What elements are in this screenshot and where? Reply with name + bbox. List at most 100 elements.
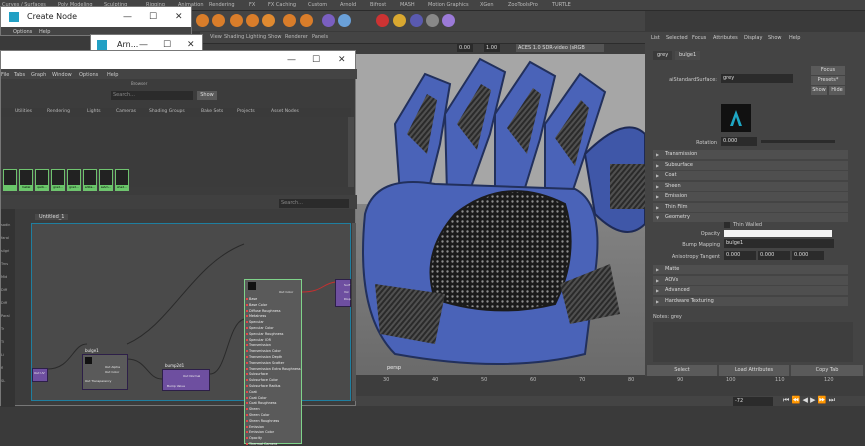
- material-swatch[interactable]: grad...: [67, 169, 81, 191]
- viewport-menu-view[interactable]: View: [210, 34, 222, 40]
- notes-area[interactable]: [653, 322, 853, 362]
- shelf-tool-icon[interactable]: [196, 14, 209, 27]
- shader-name-field[interactable]: grey: [721, 74, 793, 83]
- ae-menu-show[interactable]: Show: [768, 35, 782, 41]
- ae-section-header[interactable]: AOVs: [653, 275, 848, 285]
- ae-menu-display[interactable]: Display: [744, 35, 762, 41]
- node-list-item[interactable]: Trns: [1, 262, 8, 266]
- node-list-item[interactable]: Mid: [1, 275, 7, 279]
- shelf-tool-icon[interactable]: [376, 14, 389, 27]
- browser-tab[interactable]: Rendering: [47, 109, 70, 114]
- hypershade-main-titlebar[interactable]: [1, 51, 355, 69]
- ae-section-header[interactable]: Hardware Texturing: [653, 296, 848, 306]
- place2d-node[interactable]: Out UV: [32, 368, 48, 382]
- graph-search-input[interactable]: Search...: [279, 199, 349, 208]
- select-button[interactable]: Select: [647, 365, 717, 376]
- shelf-tool-icon[interactable]: [230, 14, 243, 27]
- material-swatch[interactable]: [3, 169, 17, 191]
- shelf-tool-icon[interactable]: [283, 14, 296, 27]
- current-frame-field[interactable]: -72: [733, 397, 773, 406]
- maximize-icon[interactable]: ☐: [312, 51, 320, 69]
- node-list-item[interactable]: Paral: [1, 314, 10, 318]
- hs-menu-graph[interactable]: Graph: [31, 72, 46, 78]
- presets-button[interactable]: Presets*: [811, 76, 845, 85]
- shelf-tab[interactable]: Motion Graphics: [428, 2, 469, 8]
- shading-group-node[interactable]: Surf Vol Disp: [335, 279, 351, 307]
- ae-section-header[interactable]: Coat: [653, 171, 848, 180]
- opacity-swatch[interactable]: [724, 230, 832, 237]
- rotation-slider[interactable]: [761, 140, 835, 143]
- shelf-tab[interactable]: XGen: [480, 2, 494, 8]
- hs-menu-tabs[interactable]: Tabs: [14, 72, 25, 78]
- shelf-tab[interactable]: Bifrost: [370, 2, 386, 8]
- shelf-tab[interactable]: TURTLE: [552, 2, 571, 8]
- node-list-item[interactable]: Diff: [1, 301, 7, 305]
- focus-button[interactable]: Focus: [811, 66, 845, 75]
- browser-tab[interactable]: Bake Sets: [201, 109, 223, 114]
- graph-tab-untitled[interactable]: Untitled_1: [35, 214, 69, 220]
- ae-menu-selected[interactable]: Selected: [666, 35, 688, 41]
- shelf-tab[interactable]: Custom: [308, 2, 327, 8]
- node-graph-canvas[interactable]: Out UV bulge1 Out Alpha Out Color Out Tr…: [31, 223, 351, 446]
- shelf-tool-icon[interactable]: [322, 14, 335, 27]
- ae-section-header[interactable]: Thin Film: [653, 202, 848, 212]
- ae-menu-attributes[interactable]: Attributes: [713, 35, 738, 41]
- gamma-field[interactable]: 1.00: [484, 44, 500, 52]
- aniso-y-field[interactable]: 0.000: [758, 251, 790, 260]
- hide-button[interactable]: Hide: [829, 86, 845, 95]
- viewport-menu-renderer[interactable]: Renderer: [285, 34, 308, 40]
- shelf-tab[interactable]: ZooToolsPro: [508, 2, 538, 8]
- viewport-menu-panels[interactable]: Panels: [312, 34, 328, 40]
- minimize-icon[interactable]: —: [123, 7, 132, 27]
- colorspace-dropdown[interactable]: ACES 1.0 SDR-video (sRGB: [516, 44, 604, 52]
- browser-show-button[interactable]: Show: [197, 91, 217, 100]
- material-swatch[interactable]: qarb...: [35, 169, 49, 191]
- shelf-tab[interactable]: Rendering: [209, 2, 235, 8]
- playback-controls[interactable]: ⏮ ⏪ ◀ ▶ ⏩ ⏭: [783, 396, 835, 405]
- exposure-field[interactable]: 0.00: [457, 44, 473, 52]
- browser-scrollbar[interactable]: [348, 117, 354, 187]
- shelf-tool-icon[interactable]: [300, 14, 313, 27]
- browser-search-input[interactable]: Search...: [111, 91, 193, 100]
- node-list-item[interactable]: siigri: [1, 249, 9, 253]
- viewport-menu-shading[interactable]: Shading: [224, 34, 244, 40]
- bump-mapping-field[interactable]: bulge1: [724, 239, 834, 248]
- maximize-icon[interactable]: ☐: [149, 7, 157, 27]
- load-attributes-button[interactable]: Load Attributes: [719, 365, 789, 376]
- node-list-item[interactable]: Ti: [1, 340, 4, 344]
- shelf-tool-icon[interactable]: [393, 14, 406, 27]
- shelf-tool-icon[interactable]: [426, 14, 439, 27]
- node-list-item[interactable]: sadin: [1, 223, 10, 227]
- material-swatch[interactable]: metal: [19, 169, 33, 191]
- close-icon[interactable]: ✕: [338, 51, 346, 69]
- node-list-item[interactable]: faral: [1, 236, 9, 240]
- node-list-item[interactable]: SL: [1, 379, 5, 383]
- 3d-viewport[interactable]: persp: [355, 54, 645, 375]
- browser-tab[interactable]: Shading Groups: [149, 109, 185, 114]
- thin-walled-checkbox[interactable]: [724, 222, 730, 228]
- ae-section-header[interactable]: Sheen: [653, 181, 848, 191]
- hs-menu-file[interactable]: File: [1, 72, 9, 78]
- ae-section-header[interactable]: Subsurface: [653, 160, 848, 170]
- material-swatch[interactable]: grad...: [51, 169, 65, 191]
- aniso-x-field[interactable]: 0.000: [724, 251, 756, 260]
- ae-tab-grey[interactable]: grey: [653, 51, 673, 60]
- shelf-tool-icon[interactable]: [212, 14, 225, 27]
- browser-tab[interactable]: Utilities: [15, 109, 32, 114]
- node-list-item[interactable]: Diff: [1, 288, 7, 292]
- browser-tab[interactable]: Lights: [87, 109, 101, 114]
- shelf-tool-icon[interactable]: [338, 14, 351, 27]
- create-node-menu-options[interactable]: Options: [13, 29, 32, 35]
- graph-scrollbar[interactable]: [352, 223, 356, 401]
- bump2d-node[interactable]: bump2d1 Out Normal Bump Value: [162, 363, 210, 391]
- ai-standard-surface-node[interactable]: Out Color Base Base Color Diffuse Roughnes…: [244, 279, 302, 446]
- viewport-menu-lighting[interactable]: Lighting: [246, 34, 266, 40]
- aniso-z-field[interactable]: 0.000: [792, 251, 824, 260]
- ae-menu-focus[interactable]: Focus: [692, 35, 706, 41]
- ae-section-header[interactable]: Advanced: [653, 286, 848, 295]
- shelf-tool-icon[interactable]: [246, 14, 259, 27]
- ae-section-header[interactable]: Transmission: [653, 150, 848, 159]
- node-list-item[interactable]: Li: [1, 353, 4, 357]
- viewport-menu-show[interactable]: Show: [268, 34, 282, 40]
- ae-menu-help[interactable]: Help: [789, 35, 800, 41]
